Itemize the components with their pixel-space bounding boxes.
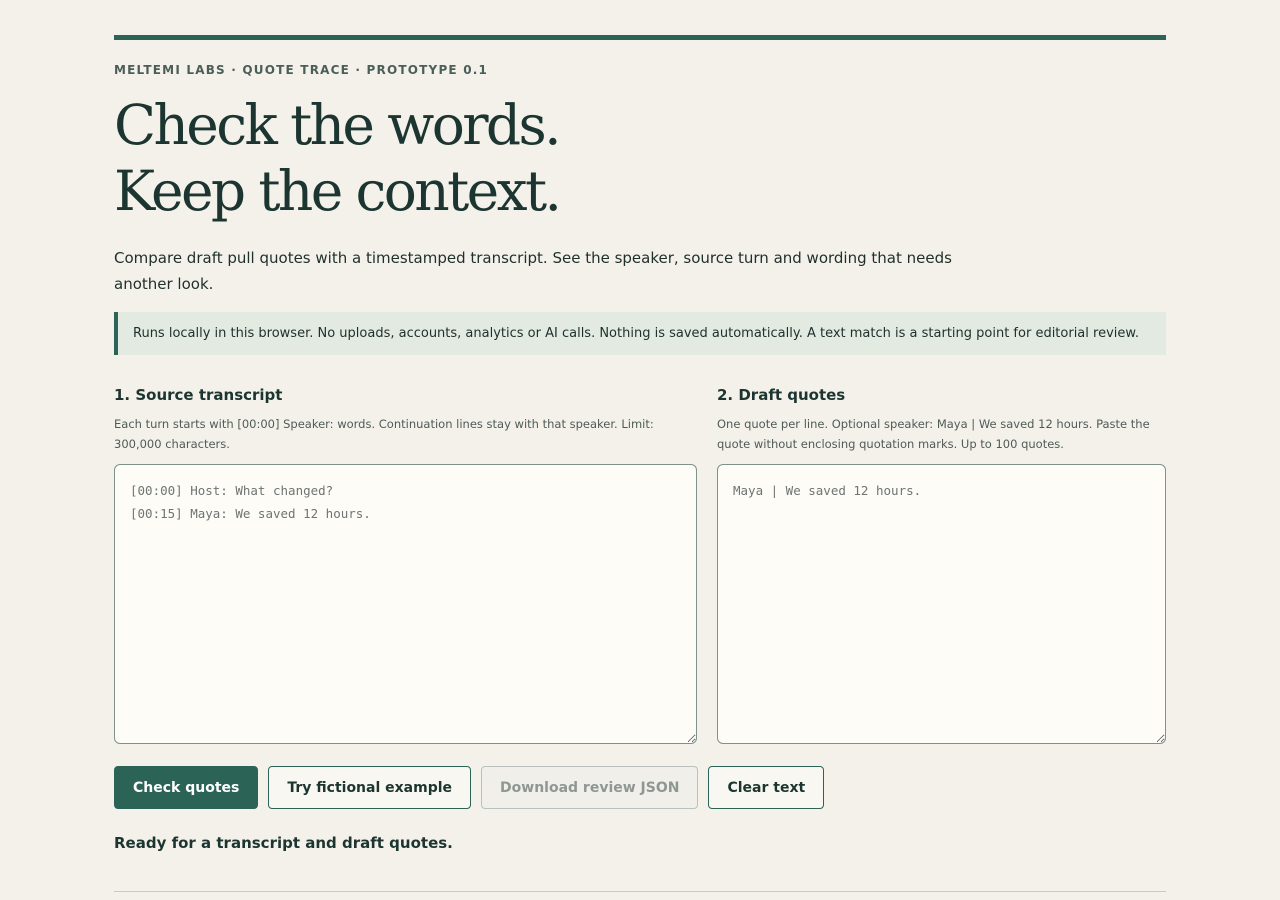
source-transcript-title: 1. Source transcript [114, 386, 283, 404]
eyebrow: MELTEMI LABS · QUOTE TRACE · PROTOTYPE 0… [114, 63, 489, 77]
input-columns: 1. Source transcript Each turn starts wi… [114, 386, 1166, 744]
page-title-line-2: Keep the context. [114, 159, 562, 223]
clear-text-button[interactable]: Clear text [708, 766, 825, 809]
privacy-notice: Runs locally in this browser. No uploads… [114, 312, 1166, 355]
source-transcript-help: Each turn starts with [00:00] Speaker: w… [114, 417, 654, 451]
draft-quotes-title: 2. Draft quotes [717, 386, 846, 404]
download-json-button[interactable]: Download review JSON [481, 766, 699, 809]
draft-quotes-section: 2. Draft quotes One quote per line. Opti… [717, 386, 1166, 744]
bottom-divider [114, 891, 1166, 892]
page: MELTEMI LABS · QUOTE TRACE · PROTOTYPE 0… [114, 0, 1166, 892]
draft-quotes-help: One quote per line. Optional speaker: Ma… [717, 417, 1150, 451]
try-example-button[interactable]: Try fictional example [268, 766, 472, 809]
intro-text: Compare draft pull quotes with a timesta… [114, 249, 952, 293]
page-title-line-1: Check the words. [114, 93, 562, 157]
page-title: Check the words. Keep the context. [114, 92, 1166, 224]
check-quotes-button[interactable]: Check quotes [114, 766, 259, 809]
top-accent-rule [114, 35, 1166, 40]
source-transcript-section: 1. Source transcript Each turn starts wi… [114, 386, 697, 744]
draft-quotes-input[interactable] [717, 464, 1166, 744]
source-transcript-input[interactable] [114, 464, 697, 744]
action-bar: Check quotes Try fictional example Downl… [114, 766, 1166, 809]
status-message: Ready for a transcript and draft quotes. [114, 834, 453, 852]
